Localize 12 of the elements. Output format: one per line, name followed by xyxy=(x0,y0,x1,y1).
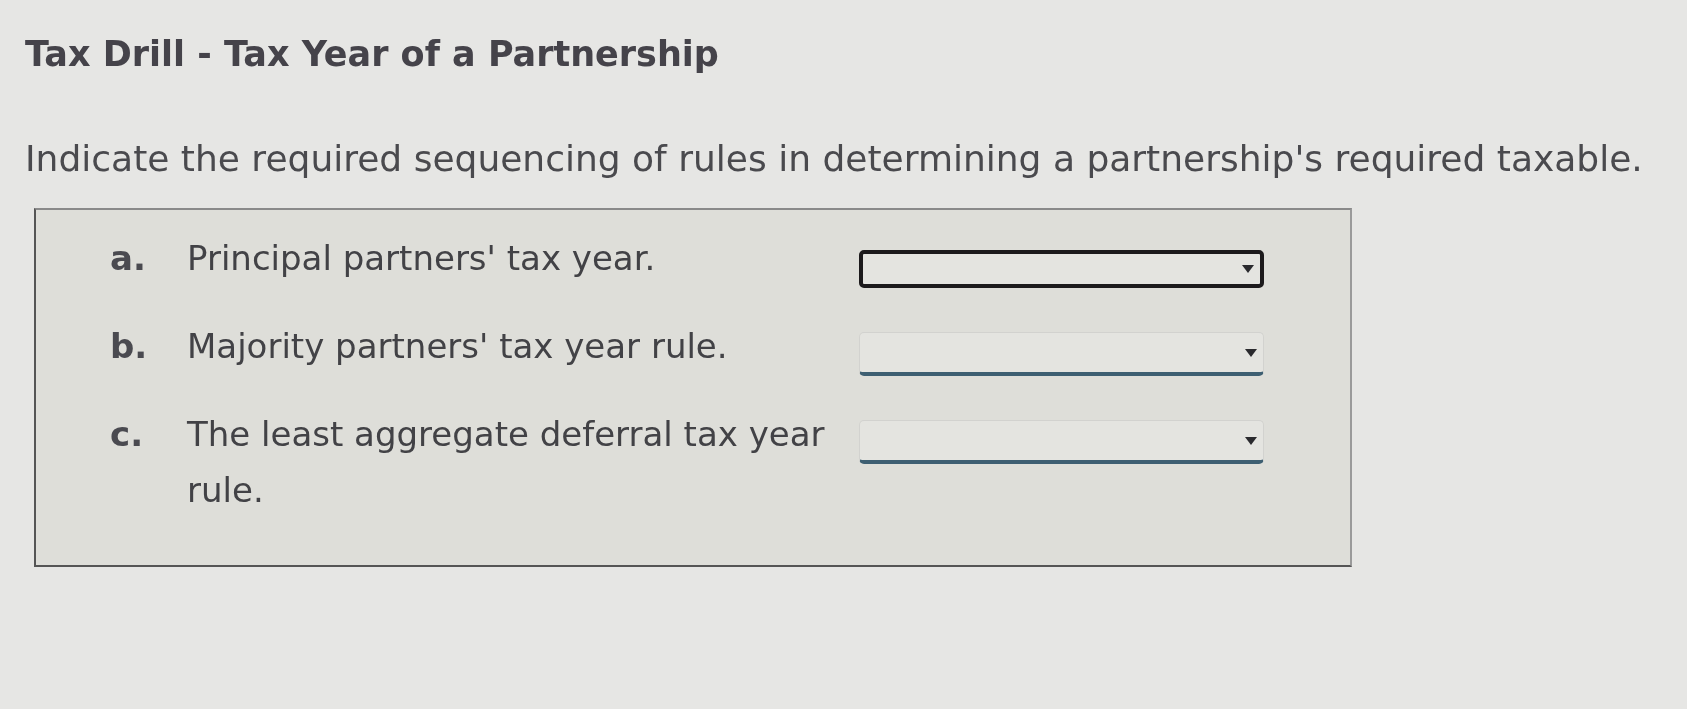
instruction-text: Indicate the required sequencing of rules in determining a partnership's required taxable. xyxy=(25,137,1643,181)
caret-icon xyxy=(1245,436,1257,445)
item-text: The least aggregate deferral tax year rule. xyxy=(187,413,826,512)
caret-icon xyxy=(1245,348,1257,357)
item-text: Principal partners' tax year. xyxy=(187,237,657,280)
caret-icon xyxy=(1242,265,1254,273)
answer-dropdown[interactable] xyxy=(859,250,1264,288)
item-letter: b. xyxy=(110,325,149,368)
page-title: Tax Drill - Tax Year of a Partnership xyxy=(25,33,719,76)
item-letter: c. xyxy=(110,413,145,456)
item-text: Majority partners' tax year rule. xyxy=(187,325,729,368)
item-letter: a. xyxy=(110,237,147,280)
